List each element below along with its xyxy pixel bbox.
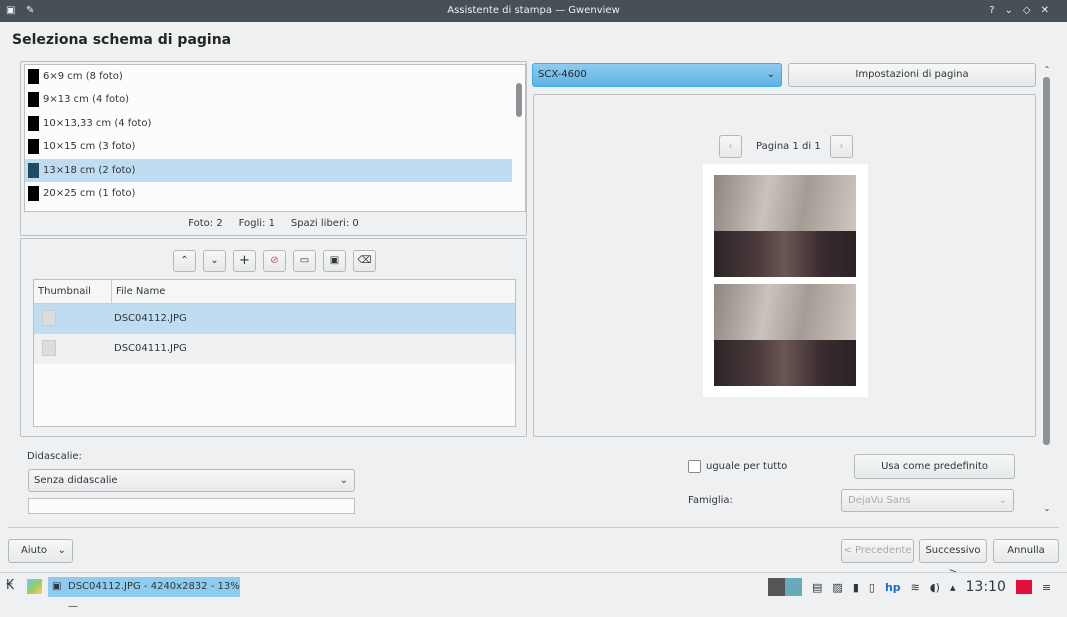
layout-item[interactable]: 20×25 cm (1 foto) <box>25 182 512 205</box>
use-default-button[interactable]: Usa come predefinito <box>854 454 1015 479</box>
layout-label: 13×18 cm (2 foto) <box>43 164 136 176</box>
layout-item[interactable]: 10×15 cm (3 foto) <box>25 135 512 158</box>
volume-icon[interactable]: ◖) <box>930 581 940 594</box>
cancel-button[interactable]: Annulla <box>993 539 1059 563</box>
next-page-button[interactable]: › <box>830 135 853 158</box>
photo-preview-2 <box>714 284 856 386</box>
image-icon[interactable]: ▨ <box>832 581 842 594</box>
wifi-icon[interactable]: ≋ <box>911 581 920 594</box>
usb-icon[interactable]: ▯ <box>869 581 875 594</box>
layout-icon <box>28 69 39 84</box>
layout-icon <box>28 162 39 178</box>
table-row[interactable]: DSC04112.JPG <box>34 304 515 334</box>
page-indicator: Pagina 1 di 1 <box>756 141 821 152</box>
layout-icon <box>28 185 39 201</box>
help-button[interactable]: Aiuto ⌄ <box>8 539 73 563</box>
layout-item[interactable]: 13×18 cm (2 foto) <box>25 158 512 182</box>
captions-select[interactable]: Senza didascalie ⌄ <box>28 469 355 492</box>
move-up-button[interactable]: ⌃ <box>173 250 196 272</box>
expand-tray-icon[interactable]: ▴ <box>950 581 956 594</box>
family-label: Famiglia: <box>688 495 733 506</box>
column-file-name[interactable]: File Name <box>112 280 165 303</box>
layout-icon <box>28 115 39 131</box>
hp-icon[interactable]: hp <box>885 581 901 594</box>
printer-select[interactable]: SCX-4600 ⌄ <box>532 63 782 87</box>
caption-text-field[interactable] <box>28 498 355 514</box>
workspace-icon[interactable] <box>768 578 802 596</box>
page-setup-button[interactable]: Impostazioni di pagina <box>788 63 1036 87</box>
page-title: Seleziona schema di pagina <box>12 32 232 48</box>
table-row[interactable]: DSC04111.JPG <box>34 334 515 364</box>
open-folder-button[interactable]: ▭ <box>293 250 316 272</box>
prev-page-button[interactable]: ‹ <box>719 135 742 158</box>
thumbnail-icon <box>42 310 56 326</box>
window-controls[interactable]: ?⌄◇✕ <box>989 0 1059 22</box>
battery-icon[interactable]: ▮ <box>853 581 859 594</box>
title-bar: ▣ ✎ Assistente di stampa — Gwenview ?⌄◇✕ <box>0 0 1067 22</box>
stats: Foto: 2 Fogli: 1 Spazi liberi: 0 <box>188 218 359 229</box>
pin-icon[interactable]: ✎ <box>26 0 34 22</box>
scrollbar-thumb[interactable] <box>516 83 522 117</box>
add-button[interactable]: + <box>233 250 256 272</box>
page-preview <box>703 164 868 397</box>
save-button[interactable]: ▣ <box>323 250 346 272</box>
layout-label: 9×13 cm (4 foto) <box>43 94 130 106</box>
photo-table[interactable]: Thumbnail File Name DSC04112.JPG DSC04111… <box>33 279 516 427</box>
window-title: Assistente di stampa — Gwenview <box>447 5 620 16</box>
same-for-all-checkbox[interactable] <box>688 460 701 473</box>
column-thumbnail[interactable]: Thumbnail <box>34 280 112 303</box>
previous-button[interactable]: < Precedente <box>841 539 914 563</box>
preview-panel: ‹ Pagina 1 di 1 › <box>533 94 1036 437</box>
clipboard-icon[interactable]: ▤ <box>812 581 822 594</box>
layout-icon <box>28 92 39 108</box>
file-name: DSC04111.JPG <box>114 343 187 354</box>
layout-list[interactable]: 6×9 cm (8 foto) 9×13 cm (4 foto) 10×13,33 … <box>24 64 526 212</box>
scrollbar[interactable]: ⌃ ⌄ <box>1041 65 1053 513</box>
clear-button[interactable]: ⌫ <box>353 250 376 272</box>
thumbnail-icon <box>42 340 56 356</box>
font-family-select[interactable]: DejaVu Sans ⌄ <box>841 489 1014 512</box>
photo-preview-1 <box>714 175 856 277</box>
layout-item[interactable]: 10×13,33 cm (4 foto) <box>25 112 512 135</box>
clock[interactable]: 13:10 <box>966 579 1006 595</box>
photos-panel: ⌃ ⌄ + ⊘ ▭ ▣ ⌫ Thumbnail File Name DSC041… <box>20 238 527 437</box>
remove-button[interactable]: ⊘ <box>263 250 286 272</box>
pager-icon[interactable] <box>27 579 42 594</box>
layout-item[interactable]: 6×9 cm (8 foto) <box>25 65 512 88</box>
captions-label: Didascalie: <box>27 451 82 462</box>
same-for-all-label: uguale per tutto <box>706 461 788 472</box>
notification-icon[interactable] <box>1015 580 1032 594</box>
file-name: DSC04112.JPG <box>114 313 187 324</box>
layout-icon <box>28 139 39 155</box>
layout-label: 6×9 cm (8 foto) <box>43 71 123 82</box>
layout-item[interactable]: 9×13 cm (4 foto) <box>25 88 512 111</box>
taskbar: ₭ ▣ DSC04112.JPG - 4240x2832 - 13% — ▤ ▨ … <box>0 572 1067 612</box>
layout-label: 10×13,33 cm (4 foto) <box>43 117 152 129</box>
app-launcher-icon[interactable]: ₭ <box>6 578 14 593</box>
window-menu-icon[interactable]: ▣ <box>6 0 15 22</box>
task-item[interactable]: ▣ DSC04112.JPG - 4240x2832 - 13% — <box>48 577 240 612</box>
layout-label: 10×15 cm (3 foto) <box>43 141 136 153</box>
layout-panel: 6×9 cm (8 foto) 9×13 cm (4 foto) 10×13,33 … <box>20 61 527 236</box>
menu-icon[interactable]: ≡ <box>1042 581 1051 594</box>
move-down-button[interactable]: ⌄ <box>203 250 226 272</box>
layout-label: 20×25 cm (1 foto) <box>43 187 136 199</box>
next-button[interactable]: Successivo > <box>919 539 987 578</box>
